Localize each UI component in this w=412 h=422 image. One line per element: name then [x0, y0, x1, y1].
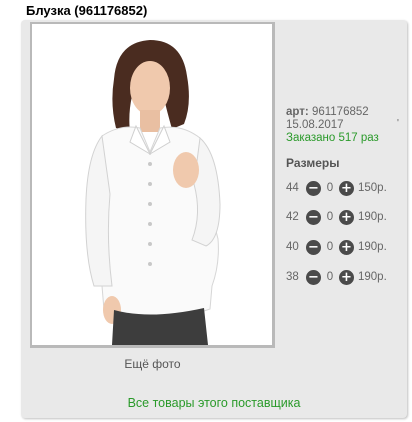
quantity-value: 0 — [326, 211, 334, 223]
product-photo[interactable] — [30, 22, 275, 348]
article-number: 961176852 — [311, 106, 369, 118]
quantity-value: 0 — [326, 182, 334, 194]
plus-icon[interactable]: + — [339, 239, 354, 255]
ordered-count: Заказано 517 раз — [286, 132, 379, 144]
price-value: 150р. — [358, 182, 387, 194]
plus-icon[interactable]: + — [339, 209, 354, 225]
article-row: арт: 961176852 — [286, 106, 379, 119]
size-row: 44 − 0 + 150р. — [286, 180, 387, 196]
quantity-value: 0 — [326, 271, 334, 283]
more-photos-link[interactable]: Ещё фото — [30, 357, 275, 371]
product-date: 15.08.2017 — [286, 119, 344, 131]
size-row: 40 − 0 + 190р. — [286, 239, 387, 255]
price-value: 190р. — [358, 211, 387, 223]
plus-icon[interactable]: + — [339, 269, 354, 285]
minus-icon[interactable]: − — [306, 239, 321, 255]
size-row: 38 − 0 + 190р. — [286, 269, 387, 285]
article-label: арт: — [286, 106, 309, 118]
supplier-products-link[interactable]: Все товары этого поставщика — [21, 396, 407, 410]
minus-icon[interactable]: − — [306, 209, 321, 225]
minus-icon[interactable]: − — [306, 269, 321, 285]
size-row: 42 − 0 + 190р. — [286, 209, 387, 225]
price-value: 190р. — [358, 271, 387, 283]
size-value: 38 — [286, 271, 299, 283]
tick-mark: ' — [397, 118, 399, 129]
size-value: 40 — [286, 241, 299, 253]
product-title: Блузка (961176852) — [26, 3, 148, 18]
model-photo-image — [85, 40, 221, 345]
minus-icon[interactable]: − — [306, 180, 321, 196]
sizes-heading: Размеры — [286, 156, 340, 170]
plus-icon[interactable]: + — [339, 180, 354, 196]
price-value: 190р. — [358, 241, 387, 253]
size-value: 44 — [286, 182, 299, 194]
size-value: 42 — [286, 211, 299, 223]
quantity-value: 0 — [326, 241, 334, 253]
product-info: арт: 961176852 15.08.2017 Заказано 517 р… — [286, 106, 379, 145]
